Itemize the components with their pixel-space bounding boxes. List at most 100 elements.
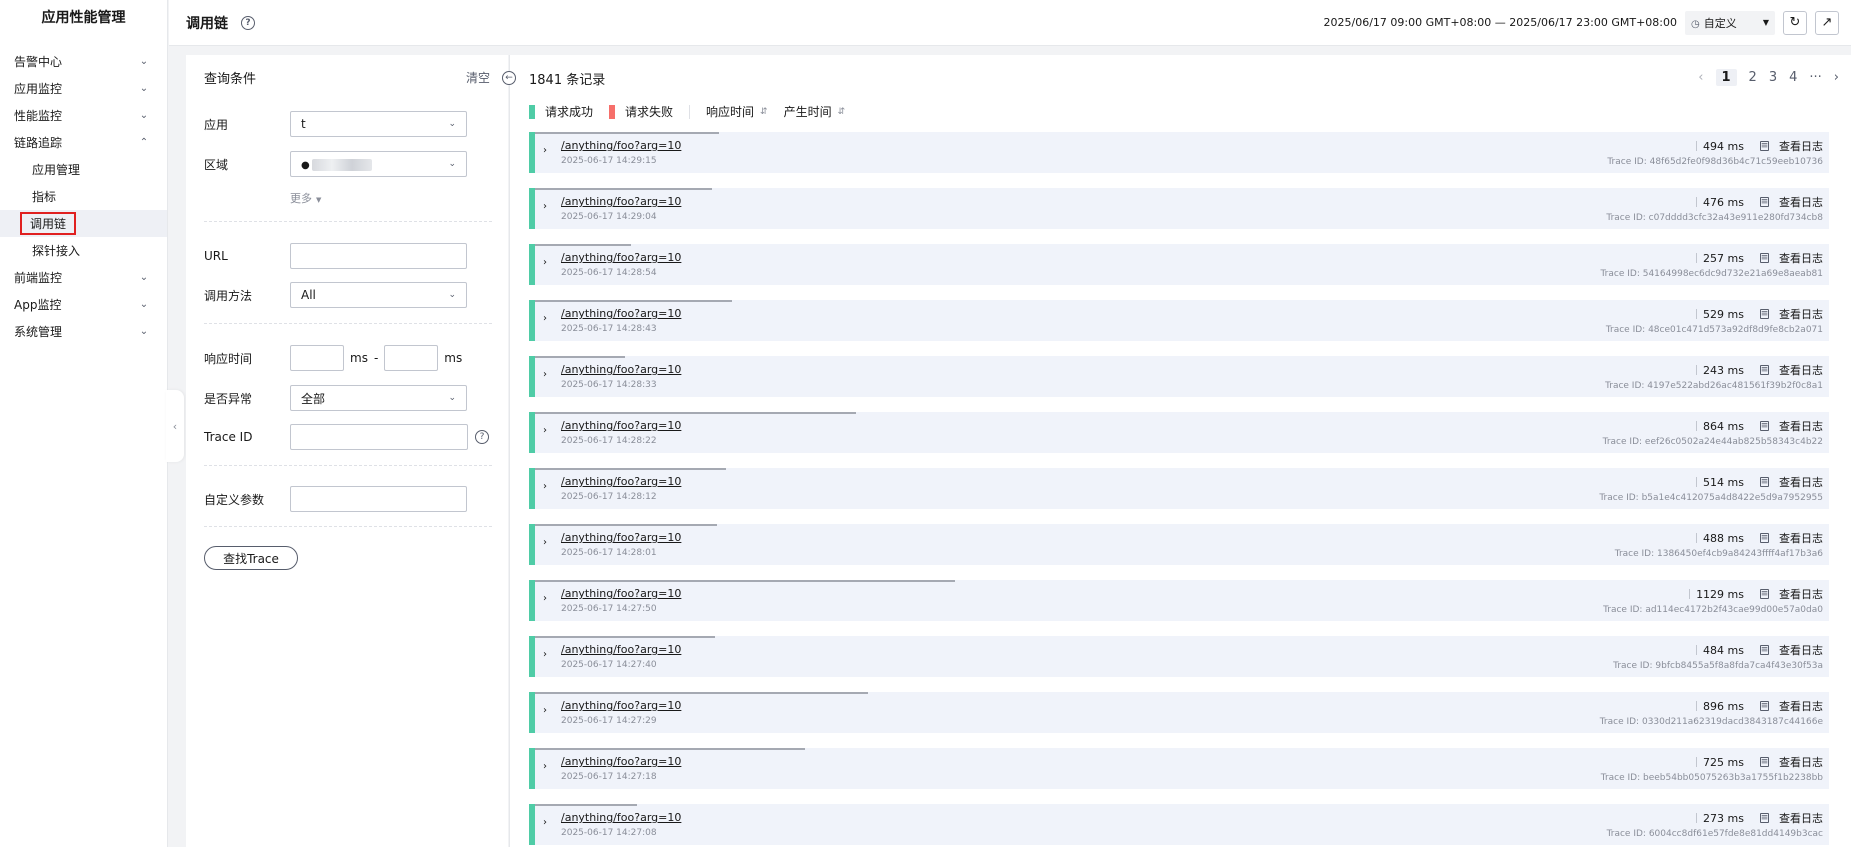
view-log-link[interactable]: 查看日志 [1779,194,1823,210]
method-select[interactable]: All ⌄ [290,282,467,308]
region-select[interactable]: ● ⌄ [290,151,467,177]
help-icon[interactable]: ? [475,430,489,444]
chevron-right-icon[interactable]: › [543,537,547,548]
help-icon[interactable]: ? [241,15,255,30]
sort-gen-time[interactable]: 产生时间 ⇵ [784,103,846,120]
chevron-right-icon[interactable]: › [543,705,547,716]
sidebar-item-app[interactable]: App监控 ⌄ [0,291,167,318]
trace-row[interactable]: › /anything/foo?arg=10 2025-06-17 14:29:04… [529,188,1829,229]
chevron-right-icon[interactable]: › [543,761,547,772]
sidebar-item-alarm[interactable]: 告警中心 ⌄ [0,48,167,75]
clear-button[interactable]: 清空 [466,69,490,86]
trace-url[interactable]: /anything/foo?arg=10 [561,419,681,432]
app-select[interactable]: t ⌄ [290,111,467,137]
trace-row[interactable]: › /anything/foo?arg=10 2025-06-17 14:28:12… [529,468,1829,509]
url-input[interactable] [290,243,467,269]
sidebar-sub-call-chain[interactable]: 调用链 [0,210,167,237]
resp-min-input[interactable] [290,345,344,371]
trace-url[interactable]: /anything/foo?arg=10 [561,587,681,600]
trace-url[interactable]: /anything/foo?arg=10 [561,475,681,488]
view-log-link[interactable]: 查看日志 [1779,642,1823,658]
chevron-right-icon[interactable]: › [543,145,547,156]
custom-param-input[interactable] [290,486,467,512]
log-icon[interactable]: ≡ [1760,197,1769,207]
sidebar-collapse-toggle[interactable]: ‹ [166,390,184,462]
more-toggle[interactable]: 更多 ▼ [290,190,321,206]
trace-url[interactable]: /anything/foo?arg=10 [561,251,681,264]
view-log-link[interactable]: 查看日志 [1779,250,1823,266]
page-4[interactable]: 4 [1789,70,1797,85]
log-icon[interactable]: ≡ [1760,645,1769,655]
log-icon[interactable]: ≡ [1760,365,1769,375]
traceid-input[interactable] [290,424,468,450]
page-2[interactable]: 2 [1749,70,1757,85]
trace-url[interactable]: /anything/foo?arg=10 [561,139,681,152]
page-more[interactable]: ··· [1809,70,1821,85]
view-log-link[interactable]: 查看日志 [1779,474,1823,490]
trace-url[interactable]: /anything/foo?arg=10 [561,811,681,824]
sidebar-sub-probe[interactable]: 探针接入 [0,237,167,264]
trace-url[interactable]: /anything/foo?arg=10 [561,195,681,208]
sidebar-sub-metrics[interactable]: 指标 [0,183,167,210]
view-log-link[interactable]: 查看日志 [1779,362,1823,378]
log-icon[interactable]: ≡ [1760,421,1769,431]
log-icon[interactable]: ≡ [1760,309,1769,319]
view-log-link[interactable]: 查看日志 [1779,586,1823,602]
trace-url[interactable]: /anything/foo?arg=10 [561,643,681,656]
log-icon[interactable]: ≡ [1760,533,1769,543]
log-icon[interactable]: ≡ [1760,589,1769,599]
chevron-right-icon[interactable]: › [543,593,547,604]
refresh-icon[interactable]: ↻ [1783,10,1807,35]
view-log-link[interactable]: 查看日志 [1779,306,1823,322]
trace-row[interactable]: › /anything/foo?arg=10 2025-06-17 14:29:15… [529,132,1829,173]
view-log-link[interactable]: 查看日志 [1779,698,1823,714]
time-mode-select[interactable]: ◷ 自定义 ▼ [1685,10,1775,35]
sidebar-item-system[interactable]: 系统管理 ⌄ [0,318,167,345]
sidebar-sub-app-manage[interactable]: 应用管理 [0,156,167,183]
chevron-right-icon[interactable]: › [543,649,547,660]
trace-row[interactable]: › /anything/foo?arg=10 2025-06-17 14:27:08… [529,804,1829,845]
trace-url[interactable]: /anything/foo?arg=10 [561,307,681,320]
sort-resp-time[interactable]: 响应时间 ⇵ [706,103,768,120]
collapse-query-icon[interactable]: ← [502,71,516,85]
view-log-link[interactable]: 查看日志 [1779,530,1823,546]
next-page-icon[interactable]: › [1834,70,1839,85]
prev-page-icon[interactable]: ‹ [1698,70,1703,85]
log-icon[interactable]: ≡ [1760,253,1769,263]
log-icon[interactable]: ≡ [1760,757,1769,767]
trace-row[interactable]: › /anything/foo?arg=10 2025-06-17 14:27:18… [529,748,1829,789]
chevron-right-icon[interactable]: › [543,481,547,492]
trace-row[interactable]: › /anything/foo?arg=10 2025-06-17 14:27:50… [529,580,1829,621]
log-icon[interactable]: ≡ [1760,813,1769,823]
sidebar-item-perf-monitor[interactable]: 性能监控 ⌄ [0,102,167,129]
chevron-right-icon[interactable]: › [543,425,547,436]
trace-url[interactable]: /anything/foo?arg=10 [561,531,681,544]
chevron-right-icon[interactable]: › [543,313,547,324]
legend-fail[interactable]: 请求失败 [609,103,673,120]
search-trace-button[interactable]: 查找Trace [204,546,298,570]
trace-row[interactable]: › /anything/foo?arg=10 2025-06-17 14:28:22… [529,412,1829,453]
error-select[interactable]: 全部 ⌄ [290,385,467,411]
sidebar-item-app-monitor[interactable]: 应用监控 ⌄ [0,75,167,102]
trace-url[interactable]: /anything/foo?arg=10 [561,755,681,768]
log-icon[interactable]: ≡ [1760,141,1769,151]
trace-url[interactable]: /anything/foo?arg=10 [561,699,681,712]
view-log-link[interactable]: 查看日志 [1779,418,1823,434]
view-log-link[interactable]: 查看日志 [1779,810,1823,826]
trace-row[interactable]: › /anything/foo?arg=10 2025-06-17 14:27:40… [529,636,1829,677]
trace-row[interactable]: › /anything/foo?arg=10 2025-06-17 14:28:54… [529,244,1829,285]
trace-row[interactable]: › /anything/foo?arg=10 2025-06-17 14:28:01… [529,524,1829,565]
sidebar-item-tracing[interactable]: 链路追踪 ⌃ [0,129,167,156]
page-3[interactable]: 3 [1769,70,1777,85]
chevron-right-icon[interactable]: › [543,257,547,268]
trace-url[interactable]: /anything/foo?arg=10 [561,363,681,376]
resp-max-input[interactable] [384,345,439,371]
view-log-link[interactable]: 查看日志 [1779,138,1823,154]
sidebar-item-frontend[interactable]: 前端监控 ⌄ [0,264,167,291]
view-log-link[interactable]: 查看日志 [1779,754,1823,770]
trace-row[interactable]: › /anything/foo?arg=10 2025-06-17 14:27:29… [529,692,1829,733]
log-icon[interactable]: ≡ [1760,701,1769,711]
log-icon[interactable]: ≡ [1760,477,1769,487]
trace-row[interactable]: › /anything/foo?arg=10 2025-06-17 14:28:43… [529,300,1829,341]
chevron-right-icon[interactable]: › [543,369,547,380]
